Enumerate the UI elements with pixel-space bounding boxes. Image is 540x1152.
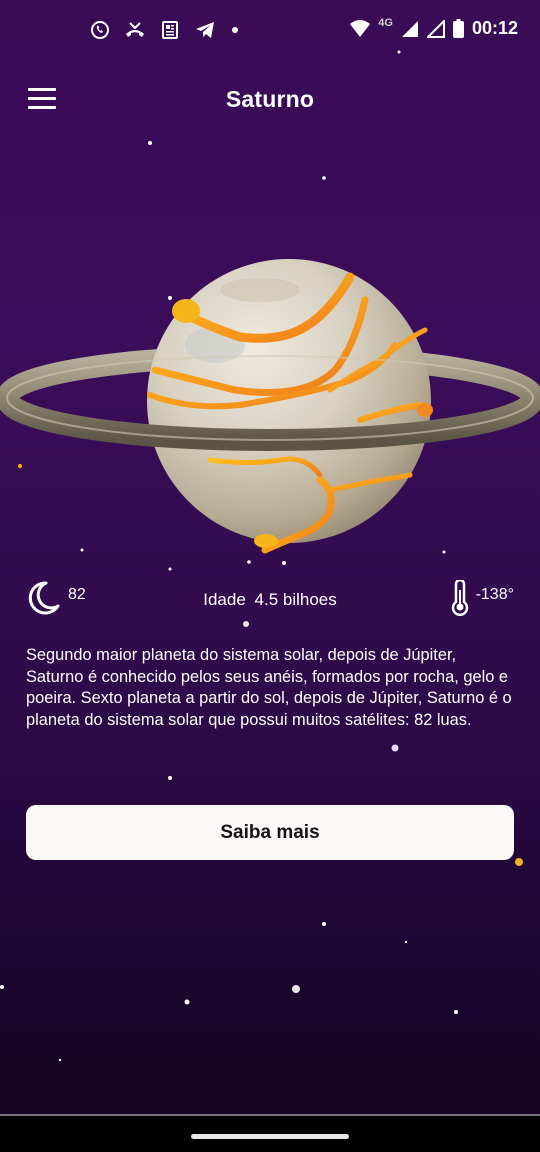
news-icon bbox=[162, 21, 178, 39]
missed-call-icon bbox=[126, 22, 144, 37]
whatsapp-icon bbox=[91, 21, 109, 39]
signal-icon bbox=[426, 19, 445, 38]
system-icons: 4G 00:12 bbox=[350, 16, 518, 39]
saiba-mais-button[interactable]: Saiba mais bbox=[26, 805, 514, 860]
dot-icon bbox=[232, 27, 238, 33]
temperature-stat: -138° bbox=[450, 580, 514, 616]
age-value: 4.5 bilhoes bbox=[254, 590, 337, 609]
thermometer-icon bbox=[451, 580, 468, 616]
age-label: Idade bbox=[203, 590, 246, 609]
planet-stats: 82 Idade 4.5 bilhoes -138° bbox=[0, 578, 540, 618]
saturn-illustration bbox=[0, 259, 540, 554]
temperature-value: -138° bbox=[475, 586, 514, 603]
navigation-bar bbox=[0, 1114, 540, 1152]
status-bar: 4G 00:12 bbox=[0, 0, 540, 60]
network-type: 4G bbox=[378, 16, 393, 29]
telegram-icon bbox=[196, 22, 214, 38]
home-indicator[interactable] bbox=[191, 1134, 349, 1139]
signal-icon bbox=[401, 20, 418, 37]
starfield bbox=[0, 50, 523, 1062]
app-bar: Saturno bbox=[0, 72, 540, 128]
wifi-icon bbox=[350, 19, 371, 37]
notification-icons bbox=[90, 20, 240, 40]
battery-icon bbox=[452, 19, 464, 38]
page-title: Saturno bbox=[225, 86, 315, 112]
clock: 00:12 bbox=[471, 18, 518, 38]
planet-description: Segundo maior planeta do sistema solar, … bbox=[26, 646, 512, 729]
